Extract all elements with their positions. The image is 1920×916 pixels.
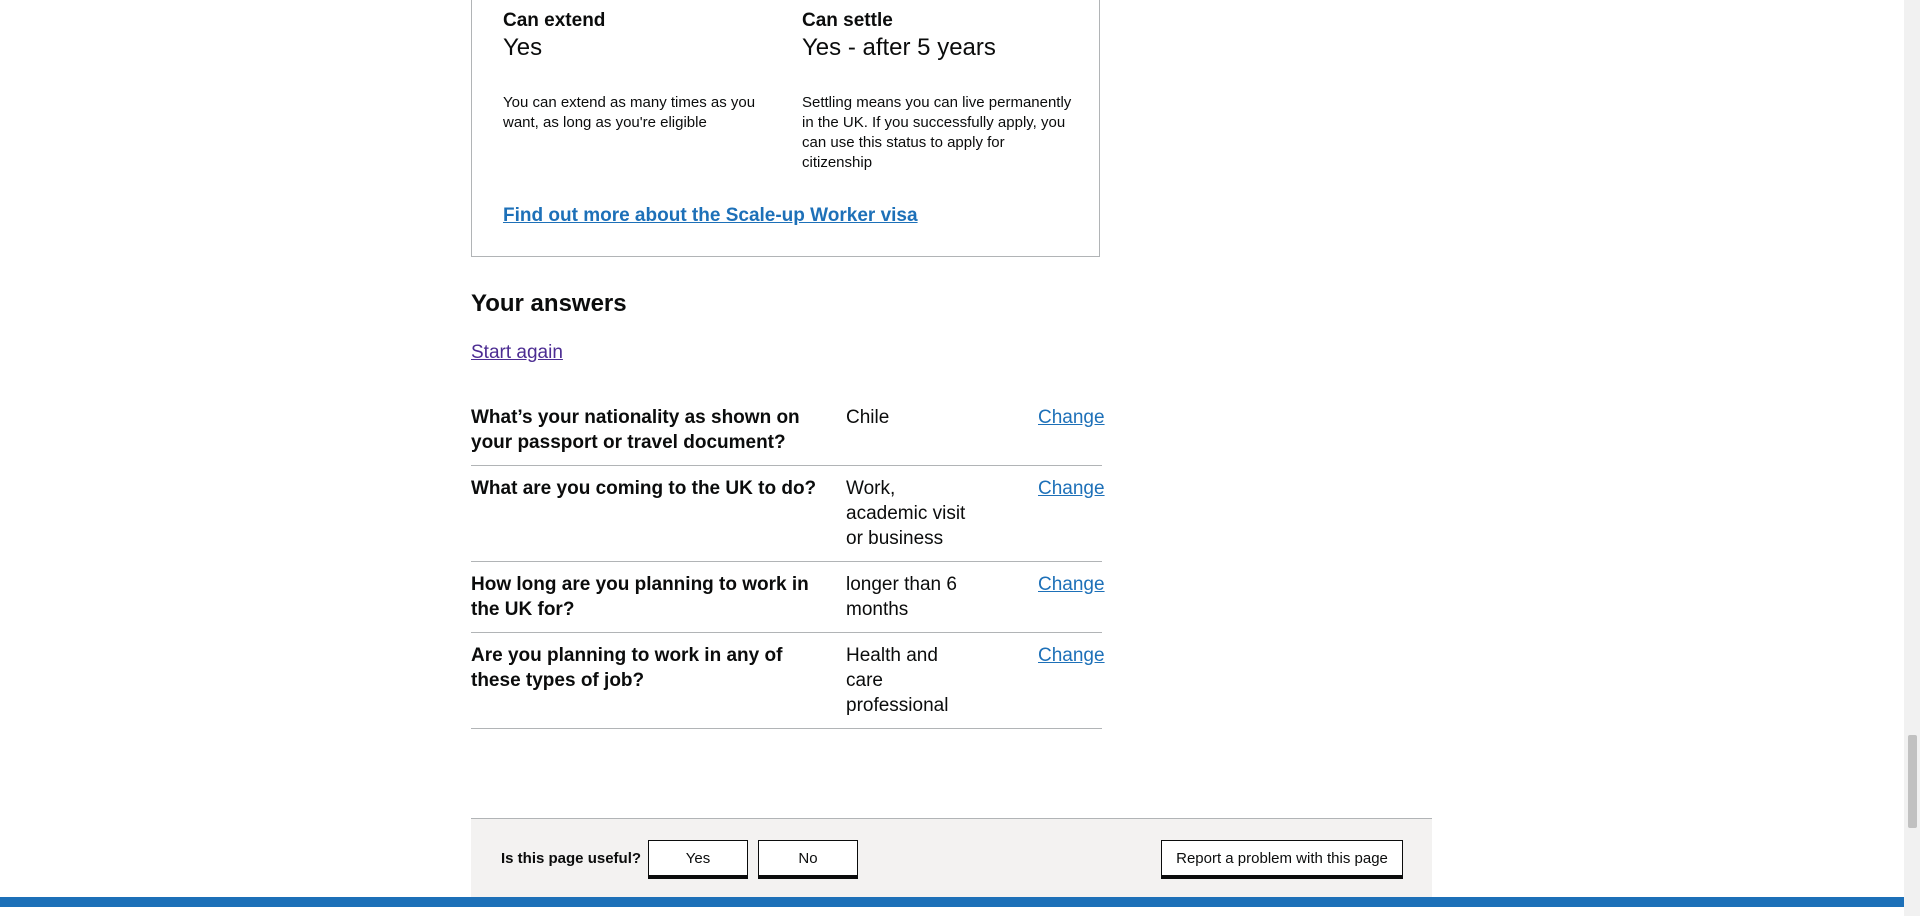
can-settle-value: Yes - after 5 years bbox=[802, 34, 996, 61]
feedback-no-button[interactable]: No bbox=[758, 840, 858, 876]
can-extend-title: Can extend bbox=[503, 10, 606, 31]
feedback-question: Is this page useful? bbox=[501, 850, 642, 867]
scrollbar-thumb[interactable] bbox=[1908, 735, 1917, 828]
visa-summary-card: Can extend Yes You can extend as many ti… bbox=[471, 0, 1100, 257]
change-job-type-link[interactable]: Change bbox=[1038, 643, 1105, 668]
answer-row-value: Chile bbox=[846, 407, 890, 428]
footer-top-border bbox=[0, 897, 1904, 907]
report-problem-button[interactable]: Report a problem with this page bbox=[1161, 840, 1403, 876]
answer-row-question: What are you coming to the UK to do? bbox=[471, 478, 817, 499]
row-divider bbox=[471, 728, 1102, 729]
row-divider bbox=[471, 561, 1102, 562]
answer-row-value: longer than 6 months bbox=[846, 574, 957, 620]
change-nationality-link[interactable]: Change bbox=[1038, 405, 1105, 430]
answer-row-value: Work, academic visit or business bbox=[846, 478, 966, 549]
row-divider bbox=[471, 465, 1102, 466]
feedback-yes-button[interactable]: Yes bbox=[648, 840, 748, 876]
feedback-bar: Is this page useful? Yes No Report a pro… bbox=[471, 818, 1432, 898]
change-duration-link[interactable]: Change bbox=[1038, 572, 1105, 597]
answer-row-question: How long are you planning to work in the… bbox=[471, 574, 809, 620]
answer-row-value: Health and care professional bbox=[846, 645, 949, 716]
row-divider bbox=[471, 632, 1102, 633]
can-extend-value: Yes bbox=[503, 34, 543, 61]
can-settle-description: Settling means you can live permanently … bbox=[802, 94, 1072, 171]
answer-row-question: What’s your nationality as shown on your… bbox=[471, 407, 800, 453]
can-extend-description: You can extend as many times as you want… bbox=[503, 94, 756, 131]
change-purpose-link[interactable]: Change bbox=[1038, 476, 1105, 501]
can-settle-title: Can settle bbox=[802, 10, 893, 31]
answer-row-question: Are you planning to work in any of these… bbox=[471, 645, 783, 691]
start-again-link[interactable]: Start again bbox=[471, 340, 563, 365]
visa-more-info-link[interactable]: Find out more about the Scale-up Worker … bbox=[503, 203, 918, 228]
answers-heading: Your answers bbox=[471, 290, 627, 317]
